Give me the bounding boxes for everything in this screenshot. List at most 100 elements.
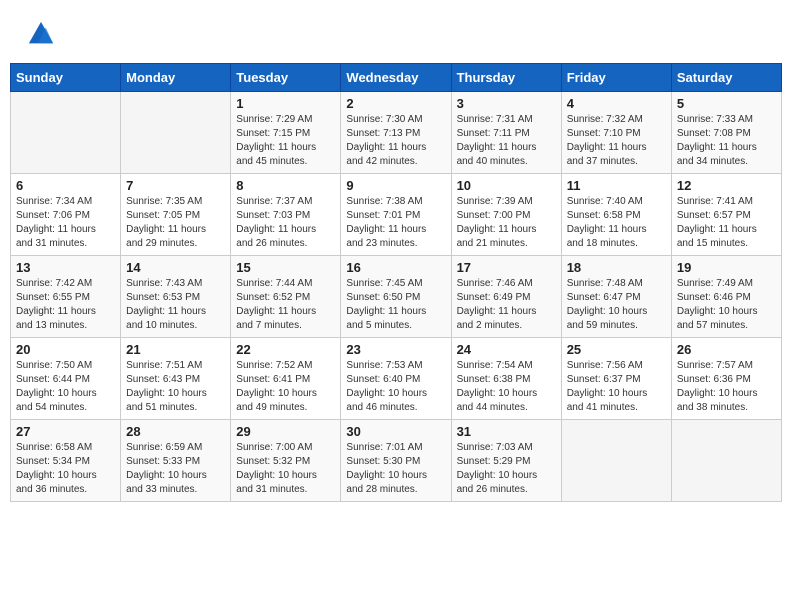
day-number: 4: [567, 96, 666, 111]
calendar-week-4: 20Sunrise: 7:50 AMSunset: 6:44 PMDayligh…: [11, 338, 782, 420]
day-info: Sunrise: 7:51 AMSunset: 6:43 PMDaylight:…: [126, 359, 225, 415]
calendar-cell: 18Sunrise: 7:48 AMSunset: 6:47 PMDayligh…: [561, 256, 671, 338]
day-info: Sunrise: 7:33 AMSunset: 7:08 PMDaylight:…: [677, 113, 776, 169]
day-info: Sunrise: 6:59 AMSunset: 5:33 PMDaylight:…: [126, 441, 225, 497]
day-info: Sunrise: 7:43 AMSunset: 6:53 PMDaylight:…: [126, 277, 225, 333]
day-info: Sunrise: 7:41 AMSunset: 6:57 PMDaylight:…: [677, 195, 776, 251]
logo-icon: [27, 20, 55, 48]
calendar-cell: 6 Sunrise: 7:34 AMSunset: 7:06 PMDaylight…: [11, 174, 121, 256]
calendar-week-3: 13 Sunrise: 7:42 AMSunset: 6:55 PMDayligh…: [11, 256, 782, 338]
day-info: Sunrise: 7:00 AMSunset: 5:32 PMDaylight:…: [236, 441, 335, 497]
day-number: 16: [346, 260, 445, 275]
day-info: Sunrise: 7:34 AMSunset: 7:06 PMDaylight:…: [16, 195, 115, 251]
day-number: 30: [346, 424, 445, 439]
day-info: Sunrise: 7:37 AMSunset: 7:03 PMDaylight:…: [236, 195, 335, 251]
day-number: 6: [16, 178, 115, 193]
day-info: Sunrise: 7:53 AMSunset: 6:40 PMDaylight:…: [346, 359, 445, 415]
calendar-cell: 12 Sunrise: 7:41 AMSunset: 6:57 PMDayligh…: [671, 174, 781, 256]
day-info: Sunrise: 7:01 AMSunset: 5:30 PMDaylight:…: [346, 441, 445, 497]
calendar-cell: 2 Sunrise: 7:30 AMSunset: 7:13 PMDaylight…: [341, 92, 451, 174]
day-number: 15: [236, 260, 335, 275]
day-info: Sunrise: 7:50 AMSunset: 6:44 PMDaylight:…: [16, 359, 115, 415]
calendar-cell: 25 Sunrise: 7:56 AMSunset: 6:37 PMDayligh…: [561, 338, 671, 420]
day-number: 25: [567, 342, 666, 357]
day-number: 5: [677, 96, 776, 111]
day-info: Sunrise: 7:35 AMSunset: 7:05 PMDaylight:…: [126, 195, 225, 251]
day-number: 24: [457, 342, 556, 357]
calendar-cell: 8Sunrise: 7:37 AMSunset: 7:03 PMDaylight…: [231, 174, 341, 256]
calendar-cell: 19 Sunrise: 7:49 AMSunset: 6:46 PMDayligh…: [671, 256, 781, 338]
weekday-header-saturday: Saturday: [671, 64, 781, 92]
day-info: Sunrise: 7:56 AMSunset: 6:37 PMDaylight:…: [567, 359, 666, 415]
day-number: 11: [567, 178, 666, 193]
calendar-cell: 7 Sunrise: 7:35 AMSunset: 7:05 PMDaylight…: [121, 174, 231, 256]
calendar-cell: 4 Sunrise: 7:32 AMSunset: 7:10 PMDaylight…: [561, 92, 671, 174]
calendar-cell: 9 Sunrise: 7:38 AMSunset: 7:01 PMDaylight…: [341, 174, 451, 256]
day-info: Sunrise: 7:57 AMSunset: 6:36 PMDaylight:…: [677, 359, 776, 415]
calendar-cell: 3 Sunrise: 7:31 AMSunset: 7:11 PMDaylight…: [451, 92, 561, 174]
weekday-header-sunday: Sunday: [11, 64, 121, 92]
day-number: 27: [16, 424, 115, 439]
calendar-cell: [11, 92, 121, 174]
day-number: 19: [677, 260, 776, 275]
calendar-cell: 1Sunrise: 7:29 AMSunset: 7:15 PMDaylight…: [231, 92, 341, 174]
calendar-cell: 17 Sunrise: 7:46 AMSunset: 6:49 PMDayligh…: [451, 256, 561, 338]
day-number: 14: [126, 260, 225, 275]
day-number: 21: [126, 342, 225, 357]
calendar-cell: 5 Sunrise: 7:33 AMSunset: 7:08 PMDaylight…: [671, 92, 781, 174]
day-number: 29: [236, 424, 335, 439]
calendar-cell: 23 Sunrise: 7:53 AMSunset: 6:40 PMDayligh…: [341, 338, 451, 420]
calendar-cell: 22Sunrise: 7:52 AMSunset: 6:41 PMDayligh…: [231, 338, 341, 420]
day-info: Sunrise: 7:45 AMSunset: 6:50 PMDaylight:…: [346, 277, 445, 333]
day-info: Sunrise: 7:46 AMSunset: 6:49 PMDaylight:…: [457, 277, 556, 333]
calendar-cell: 13 Sunrise: 7:42 AMSunset: 6:55 PMDayligh…: [11, 256, 121, 338]
day-number: 23: [346, 342, 445, 357]
calendar-cell: 10Sunrise: 7:39 AMSunset: 7:00 PMDayligh…: [451, 174, 561, 256]
calendar-cell: 20Sunrise: 7:50 AMSunset: 6:44 PMDayligh…: [11, 338, 121, 420]
day-number: 10: [457, 178, 556, 193]
calendar-cell: 28 Sunrise: 6:59 AMSunset: 5:33 PMDayligh…: [121, 420, 231, 502]
day-info: Sunrise: 7:38 AMSunset: 7:01 PMDaylight:…: [346, 195, 445, 251]
day-info: Sunrise: 7:48 AMSunset: 6:47 PMDaylight:…: [567, 277, 666, 333]
calendar-cell: 30 Sunrise: 7:01 AMSunset: 5:30 PMDayligh…: [341, 420, 451, 502]
day-number: 7: [126, 178, 225, 193]
weekday-header-thursday: Thursday: [451, 64, 561, 92]
calendar-week-5: 27Sunrise: 6:58 AMSunset: 5:34 PMDayligh…: [11, 420, 782, 502]
calendar-cell: 29 Sunrise: 7:00 AMSunset: 5:32 PMDayligh…: [231, 420, 341, 502]
day-info: Sunrise: 7:49 AMSunset: 6:46 PMDaylight:…: [677, 277, 776, 333]
day-number: 2: [346, 96, 445, 111]
day-number: 9: [346, 178, 445, 193]
day-number: 26: [677, 342, 776, 357]
day-number: 22: [236, 342, 335, 357]
day-number: 12: [677, 178, 776, 193]
day-info: Sunrise: 7:32 AMSunset: 7:10 PMDaylight:…: [567, 113, 666, 169]
calendar-cell: 16 Sunrise: 7:45 AMSunset: 6:50 PMDayligh…: [341, 256, 451, 338]
day-info: Sunrise: 7:31 AMSunset: 7:11 PMDaylight:…: [457, 113, 556, 169]
day-info: Sunrise: 7:42 AMSunset: 6:55 PMDaylight:…: [16, 277, 115, 333]
weekday-header-friday: Friday: [561, 64, 671, 92]
day-number: 28: [126, 424, 225, 439]
calendar-table: SundayMondayTuesdayWednesdayThursdayFrid…: [10, 63, 782, 502]
day-number: 3: [457, 96, 556, 111]
calendar-cell: 14 Sunrise: 7:43 AMSunset: 6:53 PMDayligh…: [121, 256, 231, 338]
day-info: Sunrise: 7:30 AMSunset: 7:13 PMDaylight:…: [346, 113, 445, 169]
calendar-cell: 31 Sunrise: 7:03 AMSunset: 5:29 PMDayligh…: [451, 420, 561, 502]
calendar-cell: [671, 420, 781, 502]
day-number: 31: [457, 424, 556, 439]
calendar-cell: [561, 420, 671, 502]
weekday-header-wednesday: Wednesday: [341, 64, 451, 92]
day-number: 17: [457, 260, 556, 275]
calendar-week-1: 1Sunrise: 7:29 AMSunset: 7:15 PMDaylight…: [11, 92, 782, 174]
day-info: Sunrise: 7:40 AMSunset: 6:58 PMDaylight:…: [567, 195, 666, 251]
calendar-cell: 15 Sunrise: 7:44 AMSunset: 6:52 PMDayligh…: [231, 256, 341, 338]
calendar-cell: [121, 92, 231, 174]
calendar-cell: 11 Sunrise: 7:40 AMSunset: 6:58 PMDayligh…: [561, 174, 671, 256]
calendar-cell: 26 Sunrise: 7:57 AMSunset: 6:36 PMDayligh…: [671, 338, 781, 420]
calendar-cell: 27Sunrise: 6:58 AMSunset: 5:34 PMDayligh…: [11, 420, 121, 502]
day-info: Sunrise: 7:54 AMSunset: 6:38 PMDaylight:…: [457, 359, 556, 415]
calendar-cell: 21 Sunrise: 7:51 AMSunset: 6:43 PMDayligh…: [121, 338, 231, 420]
day-number: 1: [236, 96, 335, 111]
day-info: Sunrise: 7:03 AMSunset: 5:29 PMDaylight:…: [457, 441, 556, 497]
day-number: 13: [16, 260, 115, 275]
day-info: Sunrise: 7:44 AMSunset: 6:52 PMDaylight:…: [236, 277, 335, 333]
